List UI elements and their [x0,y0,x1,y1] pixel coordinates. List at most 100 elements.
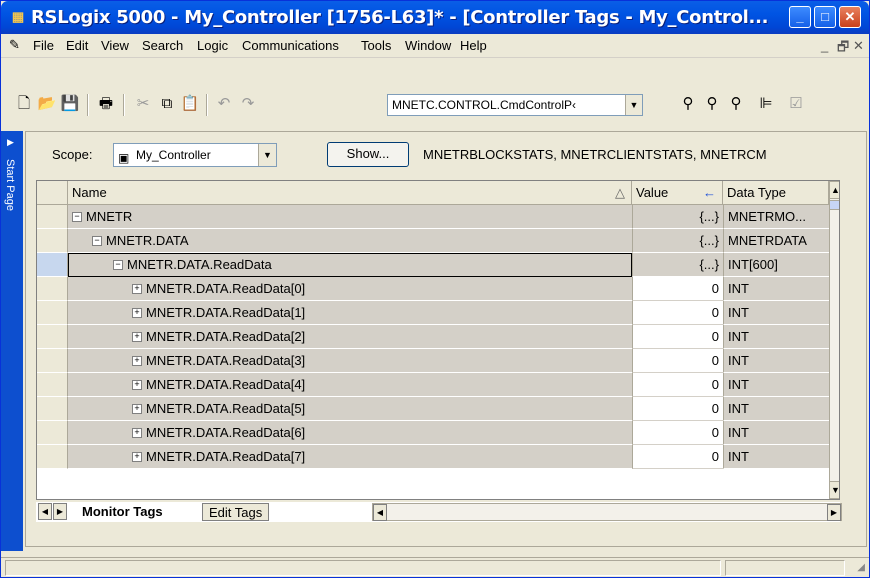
tag-name-cell[interactable]: + MNETR.DATA.ReadData[2] [68,325,632,349]
tag-value-cell[interactable]: 0 [632,421,723,445]
scroll-down-icon[interactable]: ▼ [829,481,839,499]
save-icon[interactable]: 💾 [59,93,81,115]
new-file-icon[interactable]: 🗋 [13,93,35,115]
table-row[interactable]: + MNETR.DATA.ReadData[7] 0 INT [37,445,839,469]
start-page-label[interactable]: Start Page [4,159,16,211]
tag-value-cell[interactable]: 0 [632,373,723,397]
row-header[interactable] [37,301,68,325]
tag-value-cell[interactable]: {...} [632,253,723,277]
mdi-close-button[interactable]: ✕ [853,38,864,54]
vertical-scrollbar[interactable]: ▲ ▼ [829,181,839,499]
close-button[interactable]: ✕ [839,6,861,28]
menu-search[interactable]: Search [142,38,183,53]
horizontal-scrollbar[interactable]: ◀ ▶ [372,503,842,521]
title-bar[interactable]: ▦ RSLogix 5000 - My_Controller [1756-L63… [1,1,869,34]
tag-value-cell[interactable]: 0 [632,397,723,421]
tag-type-cell[interactable]: MNETRMO... [723,205,829,229]
tag-name-cell[interactable]: + MNETR.DATA.ReadData[3] [68,349,632,373]
tag-browser-icon[interactable]: ⊫ [755,93,777,115]
document-icon[interactable]: ✎ [9,37,25,53]
chevron-down-icon[interactable]: ▼ [258,144,276,166]
expand-icon[interactable]: + [132,452,142,462]
expand-arrow-icon[interactable]: ▶ [7,137,14,148]
start-page-sidebar[interactable]: ▶ Start Page [1,131,23,551]
tag-value-cell[interactable]: 0 [632,277,723,301]
tag-name-cell[interactable]: − MNETR.DATA [68,229,632,253]
tag-type-cell[interactable]: MNETRDATA [723,229,829,253]
table-row[interactable]: + MNETR.DATA.ReadData[0] 0 INT [37,277,839,301]
scope-combo[interactable]: ▣ My_Controller ▼ [113,143,277,167]
print-icon[interactable]: 🖶 [95,93,117,115]
menu-communications[interactable]: Communications [242,38,339,53]
tag-name-cell[interactable]: + MNETR.DATA.ReadData[4] [68,373,632,397]
cross-reference-icon[interactable]: ⚲ [725,93,747,115]
menu-help[interactable]: Help [460,38,487,53]
collapse-icon[interactable]: − [113,260,123,270]
row-header[interactable] [37,373,68,397]
tag-name-cell[interactable]: + MNETR.DATA.ReadData[5] [68,397,632,421]
tag-name-cell[interactable]: − MNETR.DATA.ReadData [68,253,632,277]
tag-name-cell[interactable]: + MNETR.DATA.ReadData[7] [68,445,632,469]
row-header[interactable] [37,229,68,253]
scroll-right-icon[interactable]: ▶ [827,504,841,521]
menu-logic[interactable]: Logic [197,38,228,53]
tag-name-cell[interactable]: − MNETR [68,205,632,229]
expand-icon[interactable]: + [132,380,142,390]
tag-type-cell[interactable]: INT [723,373,829,397]
scroll-thumb[interactable] [829,200,839,210]
column-datatype-header[interactable]: Data Type [723,181,829,205]
table-row[interactable]: + MNETR.DATA.ReadData[6] 0 INT [37,421,839,445]
tab-scroll-right-icon[interactable]: ▶ [53,503,67,520]
table-row[interactable]: + MNETR.DATA.ReadData[4] 0 INT [37,373,839,397]
tag-type-cell[interactable]: INT [723,421,829,445]
tag-value-cell[interactable]: 0 [632,445,723,469]
row-header[interactable] [37,421,68,445]
chevron-down-icon[interactable]: ▼ [625,95,642,115]
undo-icon[interactable]: ↶ [213,93,235,115]
menu-view[interactable]: View [101,38,129,53]
table-row[interactable]: + MNETR.DATA.ReadData[2] 0 INT [37,325,839,349]
scroll-up-icon[interactable]: ▲ [829,181,839,199]
cut-icon[interactable]: ✂ [132,93,154,115]
row-header[interactable] [37,205,68,229]
expand-icon[interactable]: + [132,308,142,318]
column-value-header[interactable]: Value ← [632,181,723,205]
tag-value-cell[interactable]: {...} [632,205,723,229]
menu-edit[interactable]: Edit [66,38,88,53]
tag-type-cell[interactable]: INT [723,397,829,421]
row-header[interactable] [37,349,68,373]
table-row[interactable]: + MNETR.DATA.ReadData[5] 0 INT [37,397,839,421]
find-icon[interactable]: ⚲ [677,93,699,115]
mdi-minimize-button[interactable]: _ [821,38,828,53]
menu-window[interactable]: Window [405,38,451,53]
tab-monitor-tags[interactable]: Monitor Tags [78,502,167,521]
tag-name-cell[interactable]: + MNETR.DATA.ReadData[6] [68,421,632,445]
table-row-selected[interactable]: − MNETR.DATA.ReadData {...} INT[600] [37,253,839,277]
menu-tools[interactable]: Tools [361,38,391,53]
tab-edit-tags[interactable]: Edit Tags [202,503,270,521]
verify-icon[interactable]: ☑ [785,93,807,115]
menu-file[interactable]: File [33,38,54,53]
table-row[interactable]: − MNETR.DATA {...} MNETRDATA [37,229,839,253]
row-header[interactable] [37,253,68,277]
tag-value-cell[interactable]: {...} [632,229,723,253]
table-row[interactable]: − MNETR {...} MNETRMO... [37,205,839,229]
expand-icon[interactable]: + [132,404,142,414]
resize-grip-icon[interactable]: ◢ [857,562,865,573]
tag-name-cell[interactable]: + MNETR.DATA.ReadData[0] [68,277,632,301]
tag-type-cell[interactable]: INT [723,277,829,301]
expand-icon[interactable]: + [132,284,142,294]
expand-icon[interactable]: + [132,332,142,342]
table-row[interactable]: + MNETR.DATA.ReadData[3] 0 INT [37,349,839,373]
row-header[interactable] [37,397,68,421]
row-header[interactable] [37,445,68,469]
row-header[interactable] [37,325,68,349]
expand-icon[interactable]: + [132,428,142,438]
tag-search-combo[interactable]: MNETC.CONTROL.CmdControlP‹ ▼ [387,94,643,116]
expand-icon[interactable]: + [132,356,142,366]
minimize-button[interactable]: _ [789,6,811,28]
scroll-left-icon[interactable]: ◀ [373,504,387,521]
tag-type-cell[interactable]: INT[600] [723,253,829,277]
row-header[interactable] [37,277,68,301]
tag-type-cell[interactable]: INT [723,349,829,373]
